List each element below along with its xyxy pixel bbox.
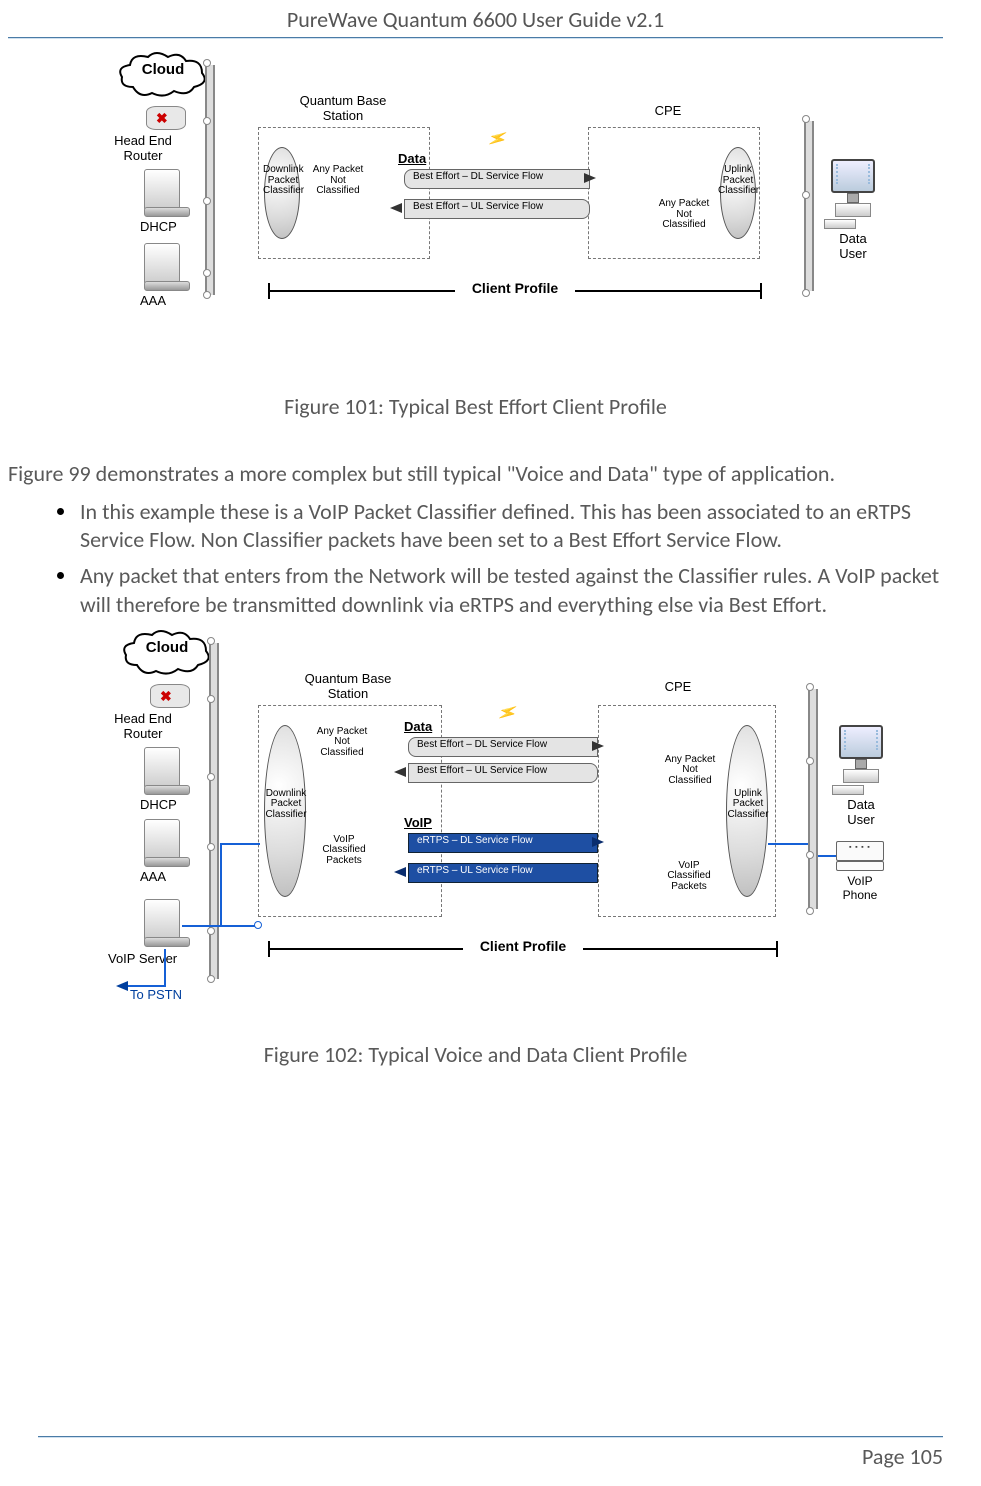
client-profile-label: Client Profile: [455, 280, 575, 296]
head-end-router-label: Head End Router: [108, 133, 178, 163]
lan-bus: [808, 689, 818, 909]
data-user-pc-icon: Data User: [828, 159, 878, 261]
voip-phone-label: VoIP Phone: [836, 874, 884, 902]
voip-classified-left: VoIP Classified Packets: [312, 835, 376, 867]
flow-be-dl: Best Effort – DL Service Flow: [404, 169, 590, 189]
downlink-classifier-label: Downlink Packet Classifier: [263, 165, 303, 197]
arrow-left-icon: [394, 767, 406, 777]
cloud-label: Cloud: [122, 639, 212, 656]
data-user-label: Data User: [828, 231, 878, 261]
arrow-right-icon: [592, 741, 604, 751]
any-packet-right: Any Packet Not Classified: [654, 199, 714, 231]
bullet-1: In this example these is a VoIP Packet C…: [78, 498, 943, 554]
arrow-right-icon: [592, 837, 604, 847]
cloud-icon: Cloud: [118, 51, 208, 104]
head-end-router-label: Head End Router: [108, 711, 178, 741]
footer-rule: [38, 1436, 943, 1438]
client-profile-bracket: Client Profile: [268, 941, 778, 957]
arrow-right-icon: [584, 173, 596, 183]
data-user-label: Data User: [836, 797, 886, 827]
header-rule: [8, 37, 943, 39]
voip-heading: VoIP: [404, 815, 432, 830]
figure-102-diagram: Cloud ✖ Head End Router DHCP AAA: [108, 629, 898, 1029]
arrow-left-icon: [116, 981, 128, 991]
flow-be-ul: Best Effort – UL Service Flow: [408, 763, 598, 783]
uplink-classifier-label: Uplink Packet Classifier: [718, 165, 758, 197]
wireless-bolt-icon: ⚡: [495, 700, 522, 727]
router-x-icon: ✖: [160, 688, 172, 705]
any-packet-right: Any Packet Not Classified: [660, 755, 720, 787]
to-pstn-label: To PSTN: [130, 987, 200, 1002]
dhcp-label: DHCP: [140, 797, 200, 812]
network-bus: [205, 65, 215, 295]
page-number: Page 105: [862, 1443, 943, 1470]
any-packet-left: Any Packet Not Classified: [312, 727, 372, 759]
voip-server-icon: [144, 899, 188, 947]
figure-102-caption: Figure 102: Typical Voice and Data Clien…: [8, 1041, 943, 1068]
aaa-server-icon: AAA: [144, 243, 188, 291]
aaa-server-icon: AAA: [144, 819, 188, 867]
data-user-pc-icon: Data User: [836, 725, 886, 827]
aaa-label: AAA: [140, 869, 200, 884]
page-header: PureWave Quantum 6600 User Guide v2.1: [8, 0, 943, 37]
dhcp-server-icon: DHCP: [144, 169, 188, 217]
flow-ertps-dl: eRTPS – DL Service Flow: [408, 833, 598, 853]
client-profile-label: Client Profile: [463, 938, 583, 954]
voip-server-label: VoIP Server: [108, 951, 188, 966]
figure-101-caption: Figure 101: Typical Best Effort Client P…: [8, 393, 943, 420]
figure-101-diagram: Cloud ✖ Head End Router DHCP AAA: [108, 51, 888, 331]
quantum-label: Quantum Base Station: [283, 671, 413, 701]
data-heading: Data: [398, 151, 426, 166]
any-packet-left: Any Packet Not Classified: [308, 165, 368, 197]
voip-classified-right: VoIP Classified Packets: [656, 861, 722, 893]
flow-be-ul: Best Effort – UL Service Flow: [404, 199, 590, 219]
cloud-icon: Cloud: [122, 629, 212, 682]
quantum-label: Quantum Base Station: [278, 93, 408, 123]
cloud-label: Cloud: [118, 61, 208, 78]
arrow-left-icon: [394, 867, 406, 877]
arrow-left-icon: [390, 203, 402, 213]
wireless-bolt-icon: ⚡: [485, 126, 512, 153]
bullet-2: Any packet that enters from the Network …: [78, 562, 943, 618]
downlink-classifier-label: Downlink Packet Classifier: [264, 789, 308, 821]
intro-paragraph: Figure 99 demonstrates a more complex bu…: [8, 460, 943, 488]
cpe-label: CPE: [628, 103, 708, 118]
voip-phone-icon: ▪ ▪ ▪ ▪ VoIP Phone: [836, 841, 884, 902]
dhcp-label: DHCP: [140, 219, 200, 234]
flow-ertps-ul: eRTPS – UL Service Flow: [408, 863, 598, 883]
lan-bus: [804, 121, 814, 291]
bullet-list: In this example these is a VoIP Packet C…: [8, 498, 943, 619]
flow-be-dl: Best Effort – DL Service Flow: [408, 737, 598, 757]
aaa-label: AAA: [140, 293, 200, 308]
uplink-classifier-label: Uplink Packet Classifier: [726, 789, 770, 821]
cpe-label: CPE: [638, 679, 718, 694]
client-profile-bracket: Client Profile: [268, 283, 762, 299]
router-x-icon: ✖: [156, 110, 168, 127]
dhcp-server-icon: DHCP: [144, 747, 188, 795]
data-heading: Data: [404, 719, 432, 734]
